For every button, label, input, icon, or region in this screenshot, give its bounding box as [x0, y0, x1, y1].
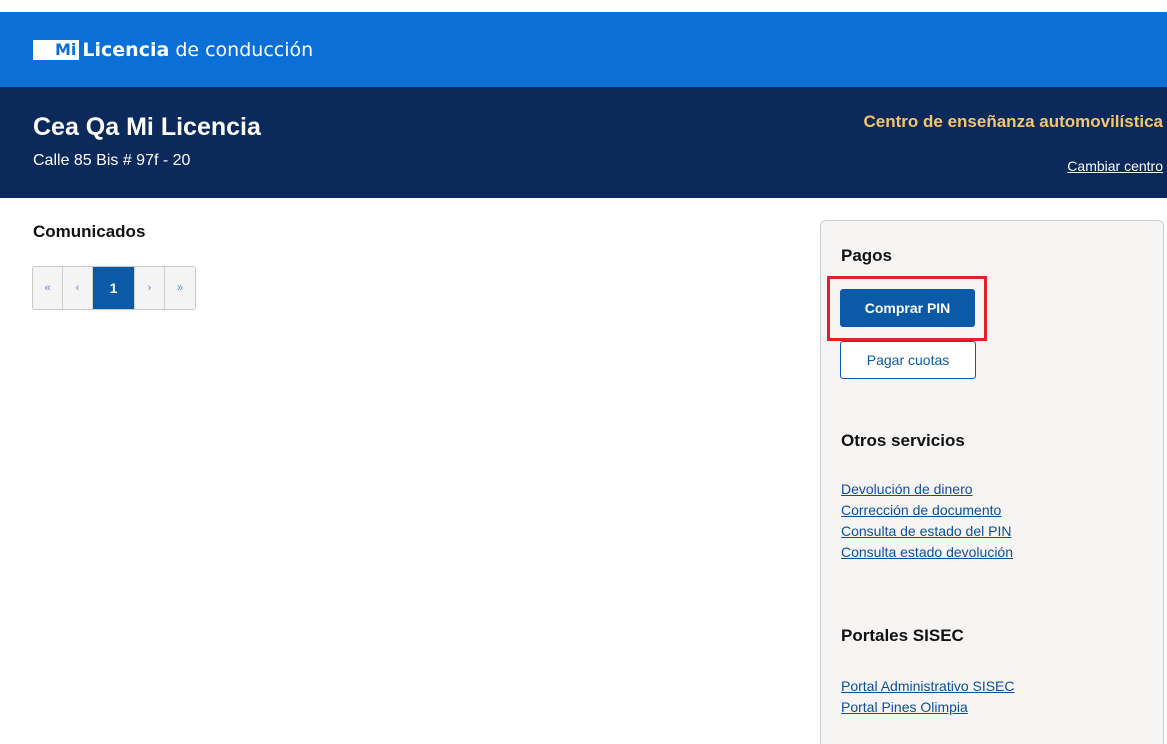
pagination-next-button[interactable]: ›	[135, 267, 165, 309]
pagos-heading: Pagos	[841, 246, 893, 265]
brand-logo-mi: Mi	[33, 39, 80, 60]
link-correccion-documento[interactable]: Corrección de documento	[841, 500, 1013, 521]
link-consulta-estado-devolucion[interactable]: Consulta estado devolución	[841, 542, 1013, 563]
top-strip	[0, 0, 1167, 12]
center-name: Cea Qa Mi Licencia	[33, 113, 261, 141]
otros-servicios-heading: Otros servicios	[841, 431, 965, 450]
link-devolucion-dinero[interactable]: Devolución de dinero	[841, 479, 1013, 500]
portales-sisec-links: Portal Administrativo SISEC Portal Pines…	[841, 676, 1015, 718]
pagination-last-button[interactable]: »	[165, 267, 195, 309]
buy-pin-button[interactable]: Comprar PIN	[840, 289, 975, 327]
center-type: Centro de enseñanza automovilística	[863, 112, 1163, 131]
change-center-link[interactable]: Cambiar centro	[1067, 158, 1163, 174]
link-consulta-estado-pin[interactable]: Consulta de estado del PIN	[841, 521, 1013, 542]
brand-logo-licencia: Licencia	[82, 38, 170, 61]
comunicados-title: Comunicados	[33, 222, 146, 241]
pagination-first-button[interactable]: «	[33, 267, 63, 309]
otros-servicios-links: Devolución de dinero Corrección de docum…	[841, 479, 1013, 563]
center-address: Calle 85 Bis # 97f - 20	[33, 152, 191, 169]
link-portal-pines-olimpia[interactable]: Portal Pines Olimpia	[841, 697, 1015, 718]
link-portal-administrativo-sisec[interactable]: Portal Administrativo SISEC	[841, 676, 1015, 697]
pay-fees-button[interactable]: Pagar cuotas	[840, 341, 976, 379]
pagination-prev-button[interactable]: ‹	[63, 267, 93, 309]
center-header: Cea Qa Mi Licencia Calle 85 Bis # 97f - …	[0, 87, 1167, 198]
side-panel: Pagos Comprar PIN Pagar cuotas Otros ser…	[820, 220, 1164, 744]
brand-logo[interactable]: Mi Licencia de conducción	[33, 39, 313, 61]
pagination-page-1[interactable]: 1	[93, 267, 135, 309]
pagination: « ‹ 1 › »	[32, 266, 196, 310]
brand-logo-subtitle: de conducción	[175, 38, 314, 61]
brand-bar: Mi Licencia de conducción	[0, 12, 1167, 87]
portales-sisec-heading: Portales SISEC	[841, 626, 964, 645]
